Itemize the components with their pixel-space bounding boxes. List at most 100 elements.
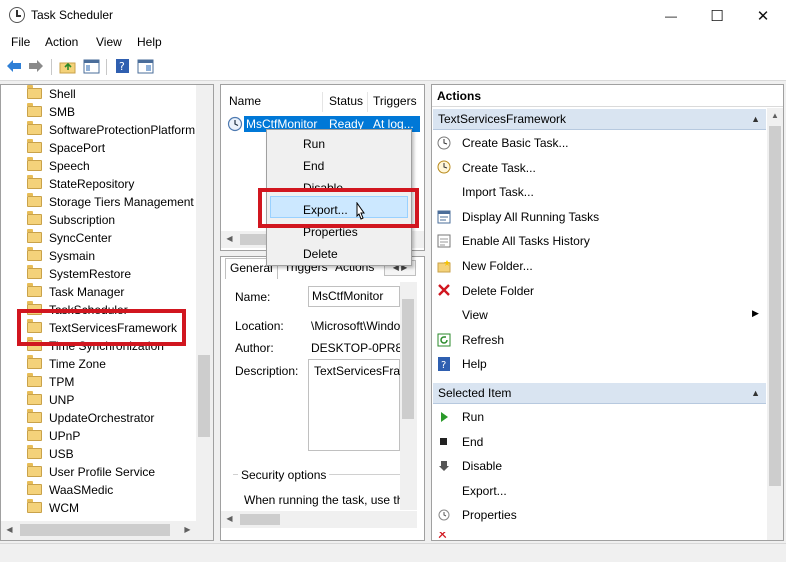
- tree-item-spaceport[interactable]: SpacePort: [27, 139, 105, 157]
- tree-item-storage-tiers-management[interactable]: Storage Tiers Management: [27, 193, 194, 211]
- action-enable-all-tasks-history[interactable]: Enable All Tasks History: [437, 231, 590, 251]
- tree-item-tpm[interactable]: TPM: [27, 373, 74, 391]
- detail-scroll-thumb[interactable]: [402, 299, 414, 419]
- tree-hscroll-thumb[interactable]: [20, 524, 170, 536]
- tree-item-speech[interactable]: Speech: [27, 157, 90, 175]
- collapse-up-icon[interactable]: ▲: [751, 383, 760, 404]
- scroll-left-arrow-icon[interactable]: ◀: [1, 525, 18, 534]
- folder-icon: [27, 85, 42, 100]
- action-help[interactable]: ? Help: [437, 354, 487, 374]
- action-label: Export...: [462, 483, 507, 498]
- scroll-left-arrow-icon[interactable]: ◀: [221, 514, 238, 523]
- action-delete-folder[interactable]: Delete Folder: [437, 281, 534, 301]
- delete-x-icon: ✕: [437, 532, 448, 540]
- action-label: Create Basic Task...: [462, 136, 569, 150]
- tree-scroll-thumb[interactable]: [198, 355, 210, 437]
- tree-item-time-zone[interactable]: Time Zone: [27, 355, 106, 373]
- action-label: Create Task...: [462, 160, 536, 175]
- scroll-right-arrow-icon[interactable]: ▶: [179, 525, 196, 534]
- folder-icon: [27, 355, 42, 370]
- new-folder-icon: [437, 259, 451, 273]
- context-menu-delete[interactable]: Delete: [303, 247, 338, 261]
- action-label: Enable All Tasks History: [462, 234, 590, 249]
- show-hide-tree-icon[interactable]: [82, 57, 100, 75]
- tasks-history-icon: [437, 234, 451, 248]
- name-label: Name:: [235, 290, 271, 304]
- menu-view[interactable]: View: [96, 35, 122, 49]
- action-label: Import Task...: [462, 185, 534, 200]
- action-end[interactable]: End: [437, 432, 483, 452]
- folder-icon: [27, 103, 42, 118]
- detail-vertical-scrollbar[interactable]: [400, 282, 417, 510]
- scroll-up-arrow-icon[interactable]: ▲: [767, 111, 783, 120]
- action-export[interactable]: Export...: [437, 481, 507, 501]
- forward-arrow-icon[interactable]: [27, 57, 45, 75]
- action-create-task[interactable]: Create Task...: [437, 158, 536, 178]
- context-menu-end[interactable]: End: [303, 159, 324, 173]
- tree-item-label: Storage Tiers Management: [49, 195, 194, 209]
- menu-help[interactable]: Help: [137, 35, 162, 49]
- action-import-task[interactable]: Import Task...: [437, 182, 534, 202]
- minimize-button[interactable]: —: [648, 0, 694, 31]
- tree-item-staterepository[interactable]: StateRepository: [27, 175, 134, 193]
- description-field[interactable]: TextServicesFran: [308, 359, 400, 451]
- action-properties[interactable]: Properties: [437, 505, 517, 525]
- scroll-left-arrow-icon[interactable]: ◀: [221, 234, 238, 243]
- action-display-all-running-tasks[interactable]: Display All Running Tasks: [437, 207, 599, 227]
- tree-item-label: User Profile Service: [49, 465, 156, 479]
- column-name[interactable]: Name: [229, 94, 261, 112]
- tree-item-synccenter[interactable]: SyncCenter: [27, 229, 112, 247]
- menu-file[interactable]: File: [11, 35, 30, 49]
- name-field[interactable]: MsCtfMonitor: [308, 286, 400, 307]
- disable-icon: [437, 459, 451, 473]
- help-book-icon[interactable]: ?: [113, 57, 131, 75]
- actions-header: Actions: [437, 89, 482, 103]
- column-triggers[interactable]: Triggers: [373, 94, 417, 112]
- maximize-button[interactable]: ☐: [694, 0, 740, 31]
- actions-scroll-thumb[interactable]: [769, 126, 781, 486]
- tree-item-systemrestore[interactable]: SystemRestore: [27, 265, 131, 283]
- actions-group-selected[interactable]: Selected Item ▲: [433, 383, 766, 404]
- tree-item-sysmain[interactable]: Sysmain: [27, 247, 95, 265]
- tree-horizontal-scrollbar[interactable]: ◀ ▶: [1, 521, 213, 540]
- detail-horizontal-scrollbar[interactable]: ◀: [221, 511, 417, 528]
- tree-item-smb[interactable]: SMB: [27, 103, 75, 121]
- tree-item-upnp[interactable]: UPnP: [27, 427, 80, 445]
- column-separator: [367, 92, 368, 112]
- context-menu-run[interactable]: Run: [303, 137, 325, 151]
- show-hide-action-pane-icon[interactable]: [136, 57, 154, 75]
- tree-item-subscription[interactable]: Subscription: [27, 211, 115, 229]
- collapse-up-icon[interactable]: ▲: [751, 109, 760, 130]
- action-view[interactable]: View: [437, 305, 488, 325]
- column-status[interactable]: Status: [329, 94, 363, 112]
- actions-group-folder-title: TextServicesFramework: [438, 112, 567, 126]
- tree-item-label: Time Zone: [49, 357, 106, 371]
- tree-vertical-scrollbar[interactable]: [196, 85, 213, 521]
- tree-item-shell[interactable]: Shell: [27, 85, 76, 103]
- location-value: \Microsoft\Windo: [311, 319, 401, 333]
- tree-item-softwareprotectionplatform[interactable]: SoftwareProtectionPlatform: [27, 121, 195, 139]
- tree-item-user-profile-service[interactable]: User Profile Service: [27, 463, 155, 481]
- actions-vertical-scrollbar[interactable]: ▲: [767, 108, 783, 540]
- action-run[interactable]: Run: [437, 407, 484, 427]
- menu-action[interactable]: Action: [45, 35, 78, 49]
- tree-item-unp[interactable]: UNP: [27, 391, 74, 409]
- tree-item-usb[interactable]: USB: [27, 445, 74, 463]
- tree-item-waasmedic[interactable]: WaaSMedic: [27, 481, 113, 499]
- back-arrow-icon[interactable]: [5, 57, 23, 75]
- action-label: New Folder...: [462, 259, 533, 273]
- actions-group-folder[interactable]: TextServicesFramework ▲: [433, 109, 766, 130]
- action-new-folder[interactable]: New Folder...: [437, 256, 533, 276]
- close-button[interactable]: ✕: [740, 0, 786, 31]
- tree-item-label: USB: [49, 447, 74, 461]
- up-folder-icon[interactable]: [58, 57, 76, 75]
- action-refresh[interactable]: Refresh: [437, 330, 504, 350]
- column-separator: [322, 92, 323, 112]
- detail-hscroll-thumb[interactable]: [240, 514, 280, 525]
- tree-item-task-manager[interactable]: Task Manager: [27, 283, 124, 301]
- tree-item-updateorchestrator[interactable]: UpdateOrchestrator: [27, 409, 154, 427]
- action-disable[interactable]: Disable: [437, 456, 502, 476]
- action-create-basic-task[interactable]: Create Basic Task...: [437, 133, 569, 153]
- tree-item-wcm[interactable]: WCM: [27, 499, 79, 517]
- security-options-label: Security options: [238, 468, 330, 482]
